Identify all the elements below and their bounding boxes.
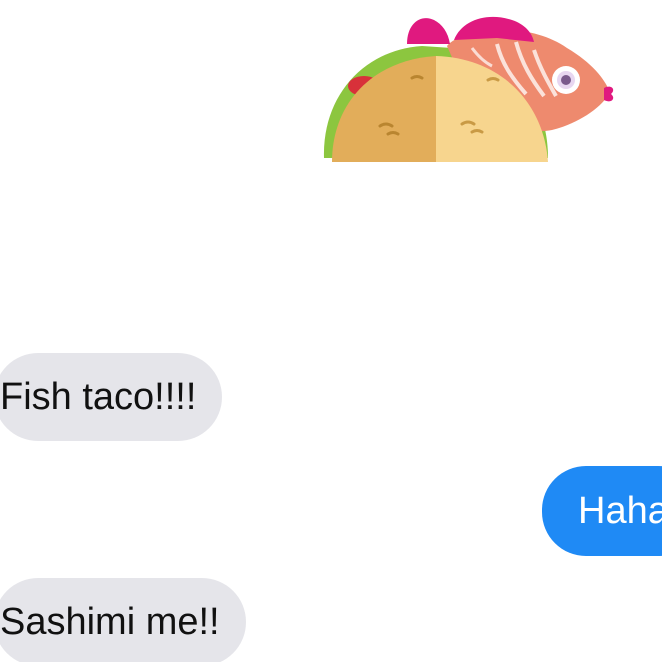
message-thread: Fish taco!!!! Haha Sashimi me!!: [0, 0, 662, 662]
fish-taco-sticker-icon[interactable]: [312, 8, 622, 168]
incoming-message-bubble[interactable]: Sashimi me!!: [0, 578, 246, 662]
outgoing-message-bubble[interactable]: Haha: [542, 466, 662, 556]
incoming-message-bubble[interactable]: Fish taco!!!!: [0, 353, 223, 441]
message-text: Fish taco!!!!: [0, 376, 197, 418]
message-text: Sashimi me!!: [0, 601, 220, 643]
message-text: Haha: [578, 490, 662, 532]
